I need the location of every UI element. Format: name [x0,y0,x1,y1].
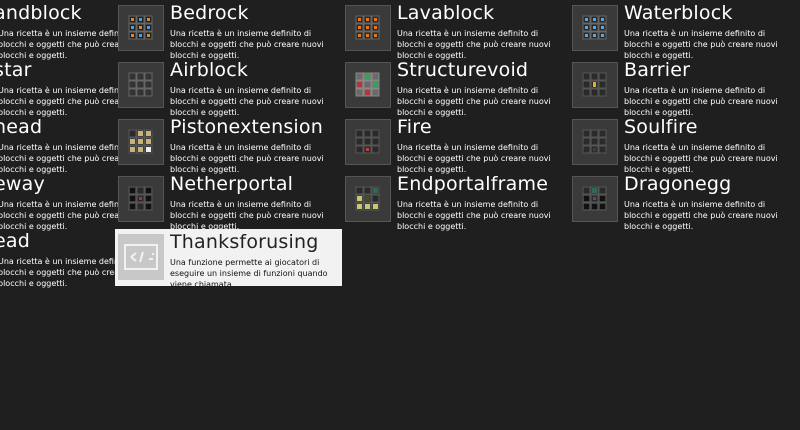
tile-title: Waterblock [624,2,733,24]
tile-waterblock[interactable]: Waterblock Una ricetta è un insieme defi… [569,0,796,60]
tile-title: Airblock [170,59,249,81]
recipe-grid: andblock Una ricetta è un insieme defini… [0,0,800,430]
tile-title: Dragonegg [624,173,732,195]
dragonegg-recipe-icon [572,176,618,222]
tile-title: ead [0,230,30,252]
tile-title: star [0,59,32,81]
tile-lavablock[interactable]: Lavablock Una ricetta è un insieme defin… [342,0,569,60]
function-icon [118,234,164,280]
tile-title: Lavablock [397,2,495,24]
tile-description: Una ricetta è un insieme definito di blo… [624,200,778,231]
soulfire-recipe-icon [572,119,618,165]
tile-netherportal[interactable]: Netherportal Una ricetta è un insieme de… [115,171,342,231]
tile-title: andblock [0,2,82,24]
tile-title: Fire [397,116,432,138]
tile-dragonegg[interactable]: Dragonegg Una ricetta è un insieme defin… [569,171,796,231]
tile-description: Una funzione permette ai giocatori di es… [170,258,328,289]
tile-barrier[interactable]: Barrier Una ricetta è un insieme definit… [569,57,796,117]
tile-structurevoid[interactable]: Structurevoid Una ricetta è un insieme d… [342,57,569,117]
bedrock-recipe-icon [118,5,164,51]
tile-soulfire[interactable]: Soulfire Una ricetta è un insieme defini… [569,114,796,174]
tile-title: Bedrock [170,2,249,24]
tile-bedrock[interactable]: Bedrock Una ricetta è un insieme definit… [115,0,342,60]
tile-title: Endportalframe [397,173,549,195]
tile-description: Una ricetta è un insieme definito di blo… [397,200,551,231]
piston-recipe-icon [118,119,164,165]
tile-title: Structurevoid [397,59,529,81]
tile-title: head [0,116,43,138]
fire-recipe-icon [345,119,391,165]
tile-title: Netherportal [170,173,294,195]
tile-title: Barrier [624,59,691,81]
tile-title: Pistonextension [170,116,323,138]
netherportal-recipe-icon [118,176,164,222]
tile-title: Thanksforusing [170,231,319,253]
tile-thanksforusing[interactable]: Thanksforusing Una funzione permette ai … [115,229,342,289]
empty-grid-icon [118,62,164,108]
tile-title: eway [0,173,45,195]
tile-title: Soulfire [624,116,698,138]
water-recipe-icon [572,5,618,51]
tile-fire[interactable]: Fire Una ricetta è un insieme definito d… [342,114,569,174]
barrier-recipe-icon [572,62,618,108]
structurevoid-recipe-icon [345,62,391,108]
endportal-recipe-icon [345,176,391,222]
tile-pistonextension[interactable]: Pistonextension Una ricetta è un insieme… [115,114,342,174]
tile-endportalframe[interactable]: Endportalframe Una ricetta è un insieme … [342,171,569,231]
lava-recipe-icon [345,5,391,51]
tile-airblock[interactable]: Airblock Una ricetta è un insieme defini… [115,57,342,117]
